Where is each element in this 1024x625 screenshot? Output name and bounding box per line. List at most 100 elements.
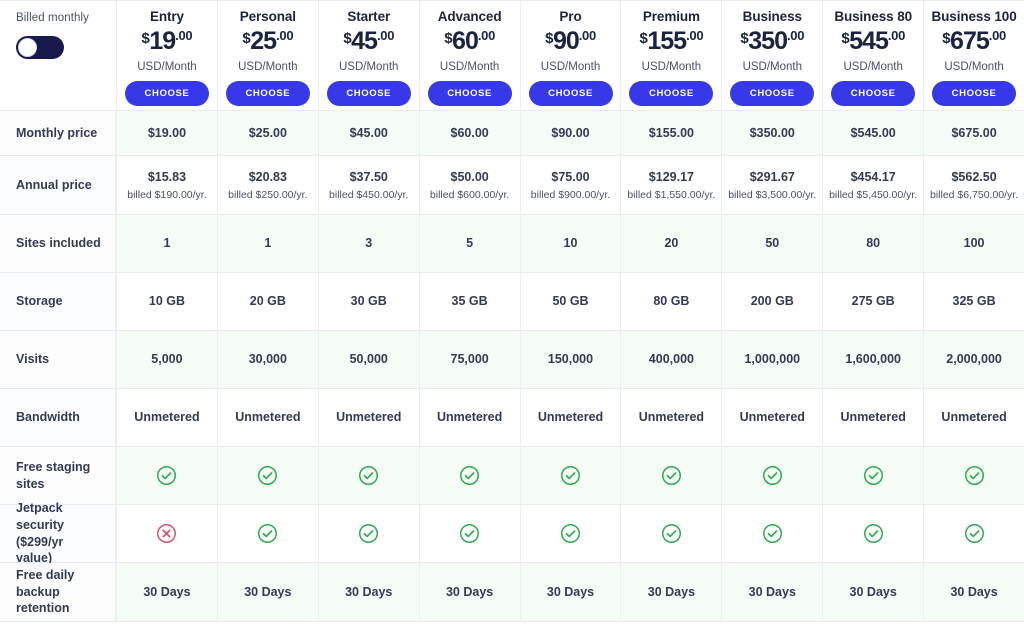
billing-period-toggle[interactable] — [16, 35, 64, 59]
row-cells — [116, 447, 1024, 504]
table-cell: 30 Days — [822, 563, 924, 621]
table-cell — [822, 447, 924, 504]
row-storage: Storage 10 GB 20 GB 30 GB 35 GB 50 GB 80 GB 20… — [0, 273, 1024, 331]
cell-value: Unmetered — [638, 410, 705, 425]
table-cell: 400,000 — [620, 331, 722, 388]
plan-name: Personal — [239, 9, 296, 24]
plan-header-business-100: Business 100 $675.00 USD/Month CHOOSE — [923, 1, 1024, 110]
cell-value: 80 GB — [653, 294, 690, 309]
cell-value: 20 GB — [249, 294, 286, 309]
cell-value: 1 — [264, 236, 272, 251]
table-cell — [923, 505, 1024, 562]
cell-value: 30 Days — [546, 584, 595, 599]
billing-toggle-cell: Billed monthly — [0, 1, 116, 110]
cell-value: $25.00 — [248, 125, 287, 140]
price-amount: 155 — [647, 26, 687, 55]
table-cell — [620, 447, 722, 504]
check-circle-icon — [863, 465, 884, 486]
choose-button[interactable]: CHOOSE — [225, 81, 310, 106]
choose-button[interactable]: CHOOSE — [730, 81, 815, 106]
price-currency: $ — [545, 29, 553, 47]
row-cells: $15.83 billed $190.00/yr. $20.83 billed $25… — [116, 156, 1024, 214]
choose-button[interactable]: CHOOSE — [124, 81, 209, 106]
cell-value: 30 Days — [647, 584, 696, 599]
check-circle-icon — [560, 523, 581, 544]
price-cents: .00 — [988, 27, 1006, 43]
cell-subvalue: billed $6,750.00/yr. — [929, 188, 1019, 201]
table-cell: 30 Days — [923, 563, 1024, 621]
table-cell: 5 — [418, 215, 520, 272]
cell-value: 1,600,000 — [845, 352, 901, 367]
table-cell: 30 Days — [216, 563, 318, 621]
table-cell: $545.00 — [822, 111, 924, 155]
table-cell: $45.00 — [317, 111, 419, 155]
table-cell: Unmetered — [216, 389, 318, 446]
cell-value: $37.50 — [349, 169, 388, 184]
cell-subvalue: billed $1,550.00/yr. — [627, 188, 716, 201]
table-cell: 30 Days — [317, 563, 419, 621]
cell-value: $129.17 — [648, 169, 694, 184]
row-cells — [116, 505, 1024, 562]
price-amount: 60 — [452, 26, 479, 55]
choose-button[interactable]: CHOOSE — [831, 81, 916, 106]
row-annual-price: Annual price $15.83 billed $190.00/yr. $20… — [0, 156, 1024, 215]
price-period-label: USD/Month — [540, 60, 601, 73]
table-cell: 50 GB — [519, 273, 621, 330]
table-cell: 1 — [216, 215, 318, 272]
price-period-label: USD/Month — [339, 60, 399, 73]
plan-price: $155.00 — [640, 28, 704, 55]
cell-value: $75.00 — [551, 169, 590, 184]
table-cell: 1,000,000 — [721, 331, 823, 388]
table-cell: 20 GB — [216, 273, 318, 330]
plan-header-premium: Premium $155.00 USD/Month CHOOSE — [620, 1, 722, 110]
row-jetpack-security: Jetpack security ($299/yr value) — [0, 501, 1024, 565]
cell-value: Unmetered — [235, 410, 301, 425]
cell-value: 10 GB — [148, 294, 186, 309]
cell-value: $60.00 — [450, 125, 489, 140]
plan-name: Starter — [347, 9, 391, 24]
row-label-storage: Storage — [0, 273, 116, 330]
choose-button[interactable]: CHOOSE — [629, 81, 714, 106]
table-cell: 2,000,000 — [923, 331, 1024, 388]
choose-button[interactable]: CHOOSE — [427, 81, 512, 106]
price-period-label: USD/Month — [641, 60, 702, 73]
table-cell: 5,000 — [116, 331, 217, 388]
table-cell: $15.83 billed $190.00/yr. — [116, 156, 217, 214]
price-period-label: USD/Month — [439, 60, 500, 73]
check-circle-icon — [156, 465, 177, 486]
choose-button[interactable]: CHOOSE — [528, 81, 613, 106]
table-cell — [822, 505, 924, 562]
price-amount: 350 — [748, 26, 788, 55]
table-cell: $129.17 billed $1,550.00/yr. — [620, 156, 722, 214]
row-label-annual-price: Annual price — [0, 156, 116, 214]
choose-button[interactable]: CHOOSE — [326, 81, 411, 106]
row-cells: 1 1 3 5 10 20 50 80 100 — [116, 215, 1024, 272]
cell-subvalue: billed $600.00/yr. — [429, 188, 510, 201]
cell-value: 30 Days — [849, 584, 897, 599]
cell-value: $350.00 — [749, 125, 795, 140]
table-cell: Unmetered — [418, 389, 520, 446]
table-cell: 100 — [923, 215, 1024, 272]
plan-price: $45.00 — [343, 28, 394, 55]
cell-value: Unmetered — [840, 410, 906, 425]
check-circle-icon — [459, 465, 480, 486]
table-cell: 50,000 — [317, 331, 419, 388]
choose-button[interactable]: CHOOSE — [932, 81, 1017, 106]
cell-value: $15.83 — [147, 169, 187, 184]
row-label-visits: Visits — [0, 331, 116, 388]
check-circle-icon — [661, 523, 682, 544]
price-currency: $ — [639, 29, 648, 47]
price-period-label: USD/Month — [742, 60, 802, 73]
table-cell: 80 GB — [620, 273, 722, 330]
price-amount: 45 — [351, 26, 378, 55]
check-circle-icon — [459, 523, 480, 544]
row-visits: Visits 5,000 30,000 50,000 75,000 150,000 400… — [0, 331, 1024, 389]
table-cell: 3 — [317, 215, 419, 272]
check-circle-icon — [358, 465, 379, 486]
row-sites-included: Sites included 1 1 3 5 10 20 50 80 100 — [0, 215, 1024, 273]
price-cents: .00 — [477, 27, 496, 43]
cell-subvalue: billed $3,500.00/yr. — [728, 188, 817, 201]
toggle-knob — [18, 37, 37, 57]
check-circle-icon — [863, 523, 884, 544]
plan-price: $25.00 — [242, 28, 293, 55]
